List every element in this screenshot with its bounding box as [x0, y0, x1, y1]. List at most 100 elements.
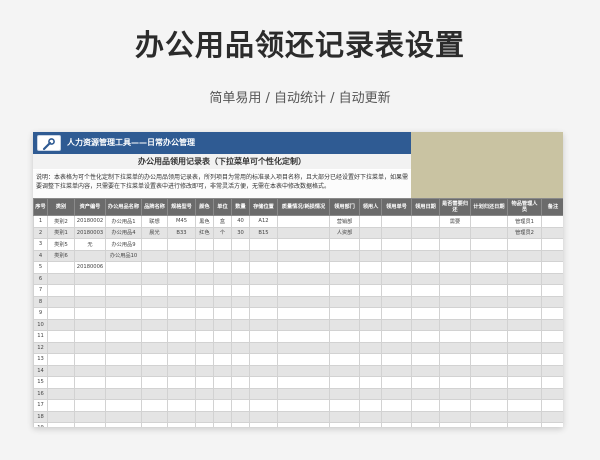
table-cell[interactable] — [507, 295, 542, 308]
table-cell[interactable] — [541, 307, 563, 320]
table-cell[interactable] — [231, 330, 250, 343]
table-cell[interactable] — [47, 399, 75, 412]
table-cell[interactable] — [195, 249, 214, 262]
table-cell[interactable] — [411, 422, 440, 427]
table-cell[interactable] — [74, 341, 106, 354]
table-cell[interactable] — [213, 422, 232, 427]
table-cell[interactable] — [329, 295, 360, 308]
table-cell[interactable] — [411, 387, 440, 400]
table-cell[interactable] — [231, 364, 250, 377]
table-cell[interactable] — [470, 307, 508, 320]
table-cell[interactable] — [470, 295, 508, 308]
table-cell[interactable] — [213, 284, 232, 297]
table-cell[interactable]: 20180002 — [74, 215, 106, 228]
table-cell[interactable] — [541, 318, 563, 331]
table-cell[interactable] — [277, 215, 330, 228]
table-cell[interactable] — [439, 284, 471, 297]
table-cell[interactable] — [507, 341, 542, 354]
table-cell[interactable] — [411, 364, 440, 377]
table-cell[interactable] — [381, 318, 412, 331]
table-cell[interactable]: 盒 — [213, 215, 232, 228]
table-cell[interactable]: 4 — [33, 249, 48, 262]
table-cell[interactable]: 类别1 — [47, 226, 75, 239]
table-cell[interactable] — [381, 238, 412, 251]
table-cell[interactable] — [167, 353, 196, 366]
table-cell[interactable] — [141, 318, 168, 331]
table-cell[interactable] — [277, 272, 330, 285]
table-cell[interactable] — [541, 226, 563, 239]
table-cell[interactable] — [167, 422, 196, 427]
table-cell[interactable] — [195, 387, 214, 400]
table-cell[interactable]: 无 — [74, 238, 106, 251]
table-cell[interactable] — [329, 376, 360, 389]
table-cell[interactable]: 办公用品9 — [105, 238, 142, 251]
table-cell[interactable]: 16 — [33, 387, 48, 400]
table-cell[interactable] — [507, 238, 542, 251]
table-cell[interactable] — [277, 341, 330, 354]
table-cell[interactable] — [439, 226, 471, 239]
table-cell[interactable] — [411, 341, 440, 354]
table-cell[interactable] — [470, 284, 508, 297]
table-cell[interactable] — [329, 422, 360, 427]
table-cell[interactable] — [141, 410, 168, 423]
table-cell[interactable] — [411, 272, 440, 285]
table-cell[interactable] — [195, 341, 214, 354]
table-cell[interactable] — [507, 249, 542, 262]
table-cell[interactable] — [507, 387, 542, 400]
table-cell[interactable] — [105, 284, 142, 297]
table-cell[interactable] — [105, 387, 142, 400]
table-cell[interactable] — [74, 330, 106, 343]
table-cell[interactable] — [411, 330, 440, 343]
table-cell[interactable] — [541, 422, 563, 427]
table-cell[interactable]: B33 — [167, 226, 196, 239]
table-cell[interactable] — [507, 376, 542, 389]
table-cell[interactable] — [167, 318, 196, 331]
table-cell[interactable] — [439, 249, 471, 262]
table-cell[interactable] — [541, 330, 563, 343]
table-cell[interactable] — [141, 353, 168, 366]
table-cell[interactable] — [47, 364, 75, 377]
table-cell[interactable] — [231, 284, 250, 297]
table-cell[interactable] — [541, 399, 563, 412]
table-cell[interactable] — [359, 399, 382, 412]
table-cell[interactable] — [105, 422, 142, 427]
table-cell[interactable] — [249, 284, 278, 297]
table-cell[interactable] — [381, 307, 412, 320]
table-cell[interactable] — [411, 307, 440, 320]
table-cell[interactable] — [277, 238, 330, 251]
table-cell[interactable] — [167, 341, 196, 354]
table-cell[interactable] — [411, 295, 440, 308]
table-cell[interactable] — [249, 261, 278, 274]
table-cell[interactable] — [74, 364, 106, 377]
table-cell[interactable] — [167, 330, 196, 343]
table-cell[interactable] — [105, 353, 142, 366]
table-cell[interactable] — [141, 422, 168, 427]
table-cell[interactable]: 个 — [213, 226, 232, 239]
table-cell[interactable] — [541, 295, 563, 308]
table-cell[interactable] — [195, 261, 214, 274]
table-cell[interactable] — [411, 399, 440, 412]
table-cell[interactable] — [470, 238, 508, 251]
table-cell[interactable] — [541, 341, 563, 354]
table-cell[interactable] — [195, 272, 214, 285]
table-cell[interactable] — [439, 341, 471, 354]
table-cell[interactable] — [231, 249, 250, 262]
table-cell[interactable] — [381, 330, 412, 343]
table-cell[interactable] — [277, 330, 330, 343]
table-cell[interactable] — [249, 249, 278, 262]
table-cell[interactable] — [470, 330, 508, 343]
table-cell[interactable] — [329, 410, 360, 423]
table-cell[interactable] — [231, 422, 250, 427]
table-cell[interactable] — [329, 249, 360, 262]
table-cell[interactable]: 7 — [33, 284, 48, 297]
table-cell[interactable] — [507, 261, 542, 274]
table-cell[interactable] — [74, 272, 106, 285]
table-cell[interactable] — [105, 295, 142, 308]
table-cell[interactable] — [249, 272, 278, 285]
table-cell[interactable] — [277, 376, 330, 389]
table-cell[interactable] — [47, 261, 75, 274]
table-cell[interactable] — [167, 238, 196, 251]
table-cell[interactable] — [541, 261, 563, 274]
table-cell[interactable]: A12 — [249, 215, 278, 228]
table-cell[interactable] — [47, 272, 75, 285]
